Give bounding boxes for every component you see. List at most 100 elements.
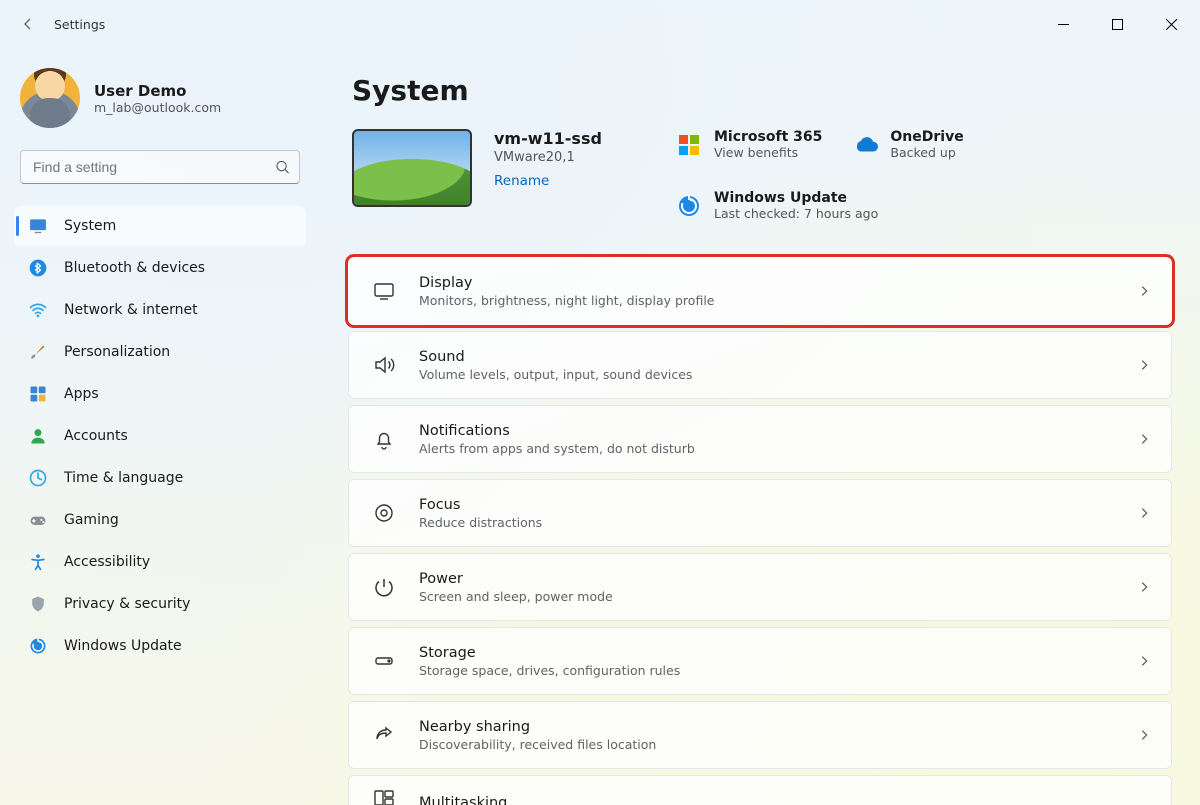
titlebar: Settings <box>0 0 1200 48</box>
tile-title: Windows Update <box>714 190 878 206</box>
bell-icon <box>371 426 397 452</box>
search-icon <box>275 160 290 175</box>
settings-cards: Display Monitors, brightness, night ligh… <box>348 257 1172 805</box>
desktop-thumbnail[interactable] <box>352 129 472 207</box>
chevron-right-icon <box>1137 580 1151 594</box>
bluetooth-icon <box>28 258 48 278</box>
card-storage[interactable]: Storage Storage space, drives, configura… <box>348 627 1172 695</box>
nav-accounts[interactable]: Accounts <box>14 416 306 456</box>
close-button[interactable] <box>1148 8 1194 40</box>
tile-title: OneDrive <box>890 129 963 145</box>
card-sub: Monitors, brightness, night light, displ… <box>419 293 714 308</box>
content-area: System vm-w11-ssd VMware20,1 Rename Micr… <box>320 48 1200 805</box>
card-sub: Reduce distractions <box>419 515 542 530</box>
nav-windows-update[interactable]: Windows Update <box>14 626 306 666</box>
profile-block[interactable]: User Demo m_lab@outlook.com <box>10 60 310 144</box>
nav-label: Windows Update <box>64 638 182 654</box>
multitasking-icon <box>371 785 397 805</box>
nav-bluetooth[interactable]: Bluetooth & devices <box>14 248 306 288</box>
card-sub: Screen and sleep, power mode <box>419 589 613 604</box>
back-arrow-icon <box>20 16 36 32</box>
card-power[interactable]: Power Screen and sleep, power mode <box>348 553 1172 621</box>
close-icon <box>1166 19 1177 30</box>
back-button[interactable] <box>10 6 46 42</box>
nav-label: Accessibility <box>64 554 150 570</box>
sidebar-nav: System Bluetooth & devices Network & int… <box>10 202 310 670</box>
card-title: Multitasking <box>419 795 507 805</box>
nav-time-language[interactable]: Time & language <box>14 458 306 498</box>
chevron-right-icon <box>1137 358 1151 372</box>
card-sub: Volume levels, output, input, sound devi… <box>419 367 692 382</box>
maximize-button[interactable] <box>1094 8 1140 40</box>
card-title: Power <box>419 571 613 587</box>
card-notifications[interactable]: Notifications Alerts from apps and syste… <box>348 405 1172 473</box>
card-nearby-sharing[interactable]: Nearby sharing Discoverability, received… <box>348 701 1172 769</box>
nav-label: Personalization <box>64 344 170 360</box>
tile-sub: Backed up <box>890 145 963 160</box>
card-sub: Alerts from apps and system, do not dist… <box>419 441 695 456</box>
card-sound[interactable]: Sound Volume levels, output, input, soun… <box>348 331 1172 399</box>
card-sub: Discoverability, received files location <box>419 737 656 752</box>
nav-label: Privacy & security <box>64 596 190 612</box>
nav-label: Gaming <box>64 512 119 528</box>
wifi-icon <box>28 300 48 320</box>
user-name: User Demo <box>94 82 221 100</box>
nav-system[interactable]: System <box>14 206 306 246</box>
card-display[interactable]: Display Monitors, brightness, night ligh… <box>348 257 1172 325</box>
card-title: Focus <box>419 497 542 513</box>
search-input[interactable] <box>20 150 300 184</box>
update-icon <box>28 636 48 656</box>
tile-m365[interactable]: Microsoft 365 View benefits <box>676 129 822 160</box>
tile-windows-update[interactable]: Windows Update Last checked: 7 hours ago <box>676 190 878 221</box>
tile-onedrive[interactable]: OneDrive Backed up <box>852 129 963 160</box>
minimize-button[interactable] <box>1040 8 1086 40</box>
card-title: Display <box>419 275 714 291</box>
nav-accessibility[interactable]: Accessibility <box>14 542 306 582</box>
device-model: VMware20,1 <box>494 150 654 165</box>
display-icon <box>371 278 397 304</box>
clock-globe-icon <box>28 468 48 488</box>
nav-apps[interactable]: Apps <box>14 374 306 414</box>
minimize-icon <box>1058 19 1069 30</box>
storage-icon <box>371 648 397 674</box>
card-title: Storage <box>419 645 680 661</box>
card-title: Sound <box>419 349 692 365</box>
avatar <box>20 68 80 128</box>
focus-icon <box>371 500 397 526</box>
windows-update-icon <box>676 193 702 219</box>
chevron-right-icon <box>1137 728 1151 742</box>
nav-personalization[interactable]: Personalization <box>14 332 306 372</box>
system-icon <box>28 216 48 236</box>
apps-icon <box>28 384 48 404</box>
nav-gaming[interactable]: Gaming <box>14 500 306 540</box>
shield-icon <box>28 594 48 614</box>
power-icon <box>371 574 397 600</box>
share-icon <box>371 722 397 748</box>
tile-sub: Last checked: 7 hours ago <box>714 206 878 221</box>
person-icon <box>28 426 48 446</box>
card-title: Notifications <box>419 423 695 439</box>
nav-label: Bluetooth & devices <box>64 260 205 276</box>
chevron-right-icon <box>1137 432 1151 446</box>
gamepad-icon <box>28 510 48 530</box>
chevron-right-icon <box>1137 506 1151 520</box>
onedrive-icon <box>852 132 878 158</box>
nav-privacy[interactable]: Privacy & security <box>14 584 306 624</box>
sidebar: User Demo m_lab@outlook.com System Blu <box>0 48 320 805</box>
nav-label: Accounts <box>64 428 128 444</box>
app-title: Settings <box>54 17 105 32</box>
sound-icon <box>371 352 397 378</box>
system-info-row: vm-w11-ssd VMware20,1 Rename Microsoft 3… <box>348 129 1172 221</box>
chevron-right-icon <box>1137 284 1151 298</box>
m365-icon <box>676 132 702 158</box>
card-multitasking[interactable]: Multitasking <box>348 775 1172 805</box>
brush-icon <box>28 342 48 362</box>
search-field[interactable] <box>20 150 300 184</box>
rename-link[interactable]: Rename <box>494 173 549 189</box>
card-focus[interactable]: Focus Reduce distractions <box>348 479 1172 547</box>
nav-network[interactable]: Network & internet <box>14 290 306 330</box>
nav-label: Time & language <box>64 470 183 486</box>
card-title: Nearby sharing <box>419 719 656 735</box>
card-sub: Storage space, drives, configuration rul… <box>419 663 680 678</box>
nav-label: Apps <box>64 386 99 402</box>
